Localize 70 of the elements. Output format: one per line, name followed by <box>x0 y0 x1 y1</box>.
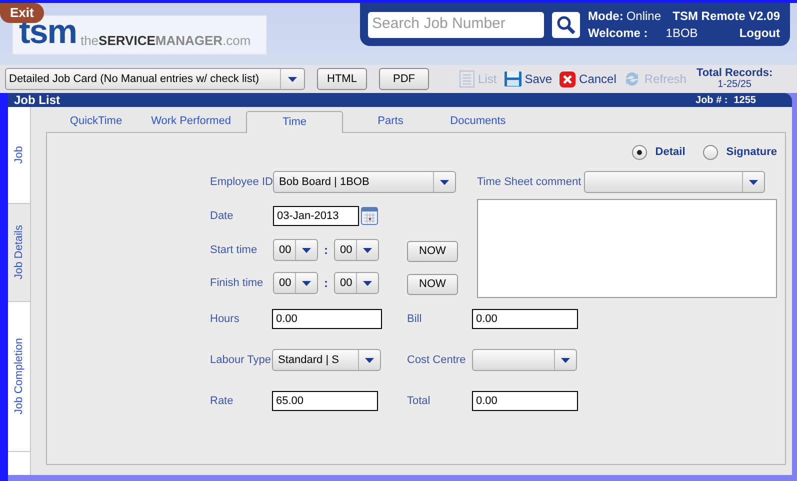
field-label: Date <box>210 208 234 224</box>
caret-icon <box>440 180 449 184</box>
number-field[interactable]: 0.00 <box>472 309 578 329</box>
document-icon <box>459 70 475 88</box>
caret-icon <box>561 358 570 362</box>
employee-dropdown[interactable]: Bob Board | 1BOB <box>273 171 456 193</box>
user-name: 1BOB <box>666 24 698 42</box>
field-label: Time Sheet comment <box>477 174 582 190</box>
labour-type-dropdown[interactable]: Standard | S <box>272 349 381 371</box>
comment-dropdown[interactable] <box>584 171 765 193</box>
field-label: Cost Centre <box>407 352 467 368</box>
field-label: Total <box>407 394 432 409</box>
side-tab[interactable]: Job Details <box>8 204 30 302</box>
number-field[interactable]: 0.00 <box>472 391 578 411</box>
comment-text-area[interactable] <box>477 199 777 298</box>
caret-icon <box>302 280 311 286</box>
caret-icon <box>749 180 758 184</box>
export-button[interactable]: PDF <box>379 68 429 90</box>
now-button[interactable]: NOW <box>407 240 458 262</box>
radio-label: Signature <box>726 144 777 160</box>
radio-label: Detail <box>655 144 686 160</box>
tab[interactable]: QuickTime <box>56 110 136 132</box>
hour-dropdown[interactable]: 00 <box>273 272 318 294</box>
now-button[interactable]: NOW <box>407 274 458 295</box>
close-icon <box>559 70 576 88</box>
minute-dropdown[interactable]: 00 <box>334 272 379 294</box>
time-separator: : <box>323 275 329 292</box>
total-records-value: 1-25/25 <box>718 79 752 91</box>
panel-title: Job List <box>14 92 60 109</box>
field-label: Hours <box>210 312 240 327</box>
toolbar-button[interactable]: Cancel <box>559 70 616 88</box>
search-icon <box>556 14 576 34</box>
tab[interactable]: Work Performed <box>136 110 246 132</box>
export-button[interactable]: HTML <box>317 68 367 90</box>
job-number: 1255 <box>734 94 756 108</box>
job-number-label: Job # : <box>696 94 728 108</box>
tab[interactable]: Time <box>246 111 343 133</box>
mode-label: Mode: <box>588 8 624 24</box>
caret-icon <box>288 76 297 82</box>
radio-button[interactable] <box>632 144 648 160</box>
field-label: Finish time <box>210 276 264 291</box>
tab[interactable]: Documents <box>438 110 518 132</box>
tab[interactable]: Parts <box>343 110 438 132</box>
report-dropdown[interactable]: Detailed Job Card (No Manual entries w/ check list) <box>5 68 305 90</box>
version-text: TSM Remote V2.09 <box>672 8 780 24</box>
radio-button[interactable] <box>703 144 718 160</box>
mode-value: Online <box>626 8 662 24</box>
search-button[interactable] <box>552 12 580 38</box>
hour-dropdown[interactable]: 00 <box>273 239 318 261</box>
field-label: Labour Type <box>210 352 272 368</box>
field-label: Start time <box>210 242 258 258</box>
logout-link[interactable]: Logout <box>739 24 780 42</box>
cost-centre-dropdown[interactable] <box>472 349 577 371</box>
calendar-icon <box>361 207 378 225</box>
caret-icon <box>363 248 372 252</box>
field-label: Rate <box>210 394 234 409</box>
field-label: Employee ID <box>210 174 273 190</box>
caret-icon <box>302 248 311 252</box>
date-field[interactable]: 03-Jan-2013 <box>273 206 359 226</box>
minute-dropdown[interactable]: 00 <box>334 239 379 261</box>
number-field[interactable]: 65.00 <box>272 391 378 411</box>
caret-icon <box>363 280 372 286</box>
caret-icon <box>365 358 374 362</box>
exit-button[interactable]: Exit <box>0 3 44 22</box>
time-separator: : <box>323 242 329 259</box>
toolbar-button[interactable]: Save <box>504 70 552 88</box>
number-field[interactable]: 0.00 <box>272 309 382 329</box>
welcome-label: Welcome : <box>588 24 648 42</box>
field-label: Bill <box>407 312 423 327</box>
total-records-label: Total Records: <box>696 67 773 79</box>
